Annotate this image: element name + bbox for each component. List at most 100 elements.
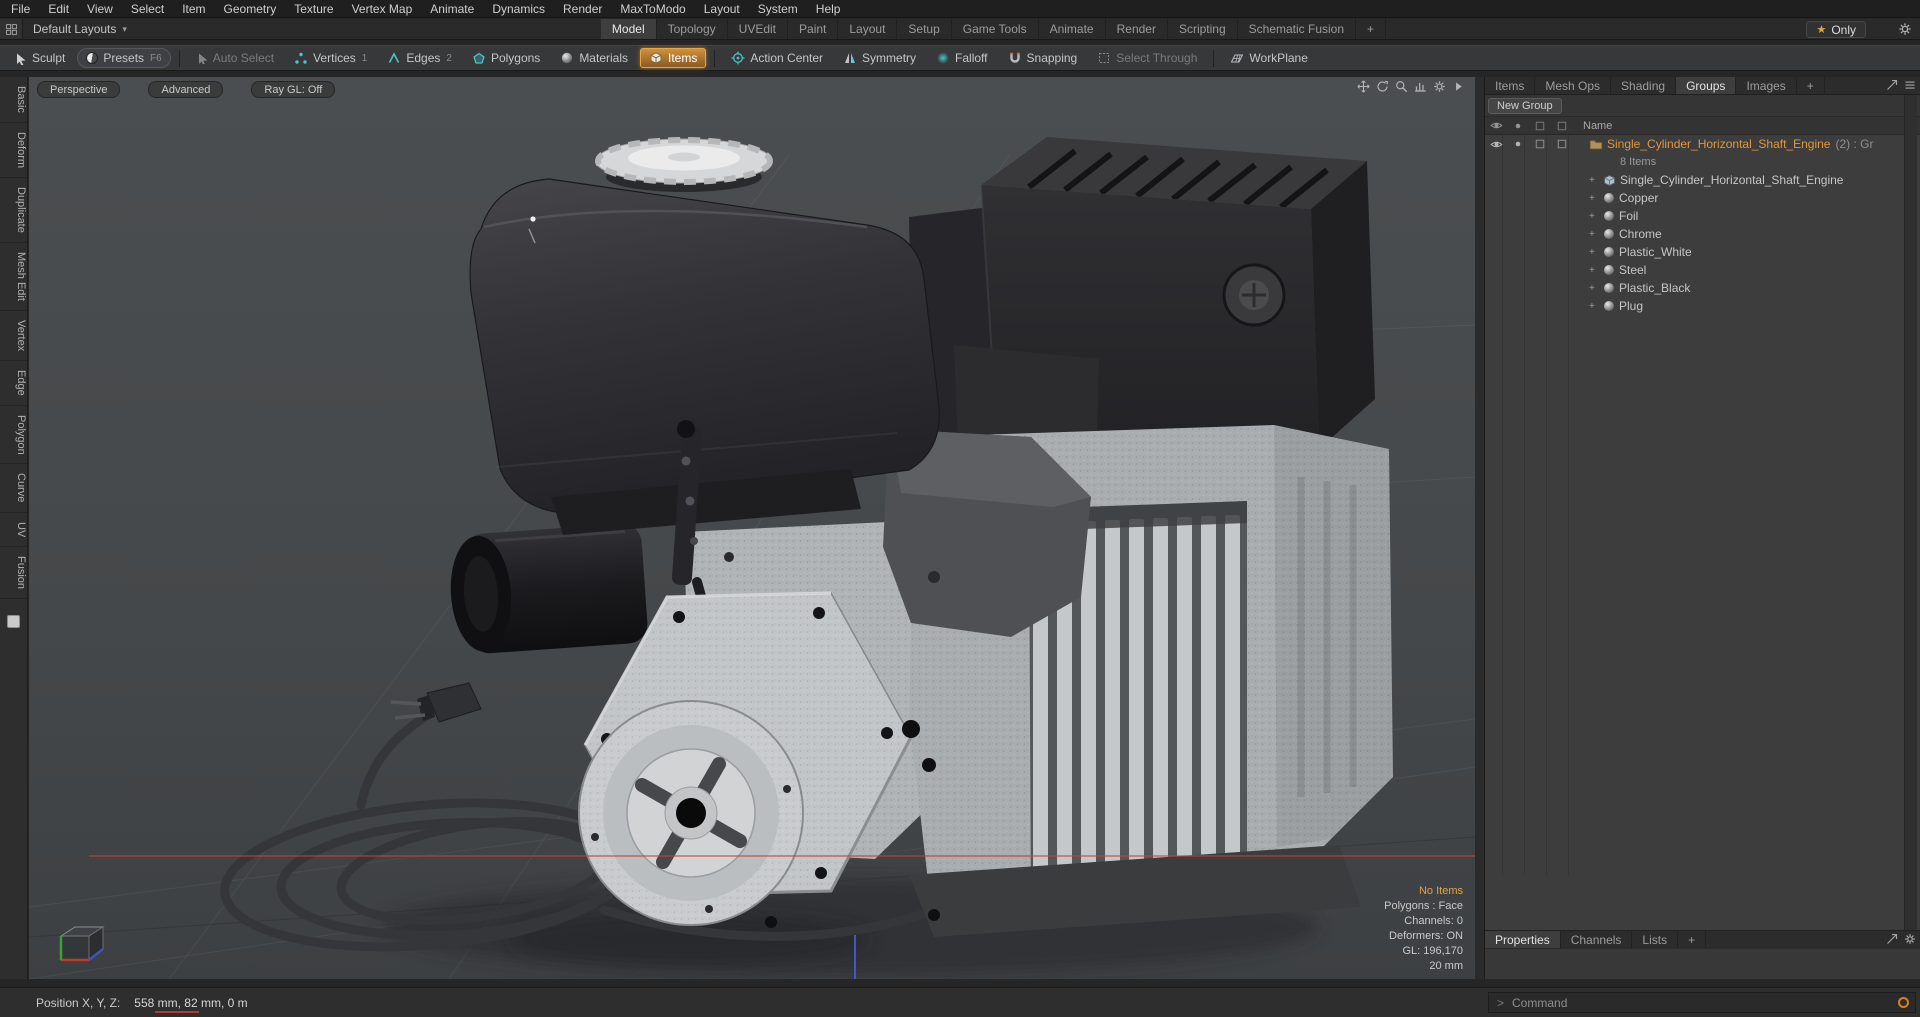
zoom-icon[interactable] [1395,80,1408,93]
group-tree-item-plastic-black[interactable]: + Plastic_Black [1485,279,1920,297]
tab-lists[interactable]: Lists [1632,931,1679,948]
sidebar-item-fusion[interactable]: Fusion [0,547,27,600]
sidebar-item-uv[interactable]: UV [0,513,27,548]
muffler[interactable] [447,522,649,655]
tab-uvedit[interactable]: UVEdit [728,19,789,39]
raygl-button[interactable]: Ray GL: Off [251,81,336,98]
sidebar-item-basic[interactable]: Basic [0,77,27,123]
render-dot-icon[interactable] [1512,138,1524,150]
group-row[interactable]: Single_Cylinder_Horizontal_Shaft_Engine … [1485,135,1920,153]
symmetry-button[interactable]: Symmetry [835,49,924,67]
menu-vertex-map[interactable]: Vertex Map [343,0,422,18]
tab-render[interactable]: Render [1106,19,1168,39]
menu-item[interactable]: Item [173,0,214,18]
group-tree-item-engine[interactable]: + Single_Cylinder_Horizontal_Shaft_Engin… [1485,171,1920,189]
recoil-starter[interactable] [578,700,804,926]
menu-layout[interactable]: Layout [695,0,749,18]
panel-divider[interactable] [1475,77,1484,979]
properties-gear-icon[interactable] [1904,933,1916,945]
sidebar-item-curve[interactable]: Curve [0,464,27,513]
group-tree-item-steel[interactable]: + Steel [1485,261,1920,279]
expand-icon[interactable]: + [1589,283,1603,294]
items-mode-button[interactable]: Items [640,48,707,68]
checkbox-icon[interactable] [1534,138,1546,150]
sidebar-item-vertex[interactable]: Vertex [0,311,27,361]
sidebar-item-polygon[interactable]: Polygon [0,406,27,465]
snapping-button[interactable]: Snapping [1000,49,1086,67]
workplane-button[interactable]: WorkPlane [1222,49,1315,67]
fuel-tank[interactable] [469,178,940,535]
command-input[interactable] [1512,995,1813,1010]
tab-animate[interactable]: Animate [1039,19,1106,39]
tab-paint[interactable]: Paint [788,19,839,39]
3d-viewport[interactable]: Perspective Advanced Ray GL: Off No Item… [29,77,1475,979]
pan-icon[interactable] [1357,80,1370,93]
menu-edit[interactable]: Edit [39,0,78,18]
action-center-button[interactable]: Action Center [723,49,831,67]
sidebar-item-deform[interactable]: Deform [0,123,27,178]
group-tree-item-plug[interactable]: + Plug [1485,297,1920,315]
tab-add-panel[interactable]: + [1797,77,1825,94]
falloff-button[interactable]: Falloff [928,49,995,67]
expand-icon[interactable]: + [1589,247,1603,258]
menu-file[interactable]: File [2,0,39,18]
expand-icon[interactable]: + [1589,211,1603,222]
tab-setup[interactable]: Setup [897,19,952,39]
tab-shading[interactable]: Shading [1611,77,1677,94]
perspective-button[interactable]: Perspective [37,81,121,98]
menu-maxtomodo[interactable]: MaxToModo [611,0,694,18]
sidebar-item-duplicate[interactable]: Duplicate [0,178,27,243]
polygons-mode-button[interactable]: Polygons [464,49,548,67]
menu-system[interactable]: System [749,0,807,18]
expand-icon[interactable]: + [1589,265,1603,276]
lock-column-box-icon[interactable] [1534,120,1546,132]
panel-menu-icon[interactable] [1904,79,1916,91]
tab-scripting[interactable]: Scripting [1168,19,1238,39]
presets-button[interactable]: Presets F6 [77,48,171,68]
select-column-box-icon[interactable] [1556,120,1568,132]
menu-help[interactable]: Help [807,0,850,18]
layout-grid-button[interactable] [0,19,23,39]
group-tree-item-foil[interactable]: + Foil [1485,207,1920,225]
tab-items[interactable]: Items [1485,77,1536,94]
tab-topology[interactable]: Topology [657,19,728,39]
group-tree-item-plastic-white[interactable]: + Plastic_White [1485,243,1920,261]
tab-images[interactable]: Images [1736,77,1797,94]
expand-panel-icon[interactable] [1886,79,1898,91]
panel-scrollbar[interactable] [1904,95,1917,930]
tab-groups[interactable]: Groups [1676,77,1737,94]
group-tree-item-copper[interactable]: + Copper [1485,189,1920,207]
sculpt-button[interactable]: Sculpt [6,49,73,67]
tab-mesh-ops[interactable]: Mesh Ops [1535,77,1612,94]
menu-texture[interactable]: Texture [285,0,342,18]
fuel-cap[interactable] [595,137,773,192]
vertices-mode-button[interactable]: Vertices 1 [286,49,375,67]
materials-mode-button[interactable]: Materials [552,49,636,67]
menu-view[interactable]: View [78,0,122,18]
tab-channels[interactable]: Channels [1561,931,1633,948]
group-tree-item-chrome[interactable]: + Chrome [1485,225,1920,243]
viewport-gear-icon[interactable] [1433,80,1446,93]
new-group-button[interactable]: New Group [1488,97,1562,114]
shading-mode-button[interactable]: Advanced [148,81,224,98]
edges-mode-button[interactable]: Edges 2 [379,49,460,67]
expand-icon[interactable]: + [1589,229,1603,240]
tab-game-tools[interactable]: Game Tools [952,19,1039,39]
checkbox-icon[interactable] [1556,138,1568,150]
only-toggle[interactable]: ★ Only [1806,21,1866,38]
tab-schematic-fusion[interactable]: Schematic Fusion [1238,19,1357,39]
layout-switcher[interactable]: Default Layouts ▾ [23,19,137,39]
viewport-3d-scene[interactable] [29,77,1475,979]
render-column-dot-icon[interactable] [1512,120,1524,132]
settings-button[interactable] [1898,22,1912,36]
menu-select[interactable]: Select [122,0,173,18]
menu-geometry[interactable]: Geometry [215,0,286,18]
expand-icon[interactable]: + [1589,175,1603,186]
sidebar-item-mesh-edit[interactable]: Mesh Edit [0,243,27,311]
tab-layout[interactable]: Layout [838,19,898,39]
tab-add-properties[interactable]: + [1678,931,1707,948]
expand-play-icon[interactable] [1452,80,1465,93]
menu-dynamics[interactable]: Dynamics [483,0,554,18]
orbit-icon[interactable] [1376,80,1389,93]
power-plug[interactable] [390,682,482,723]
